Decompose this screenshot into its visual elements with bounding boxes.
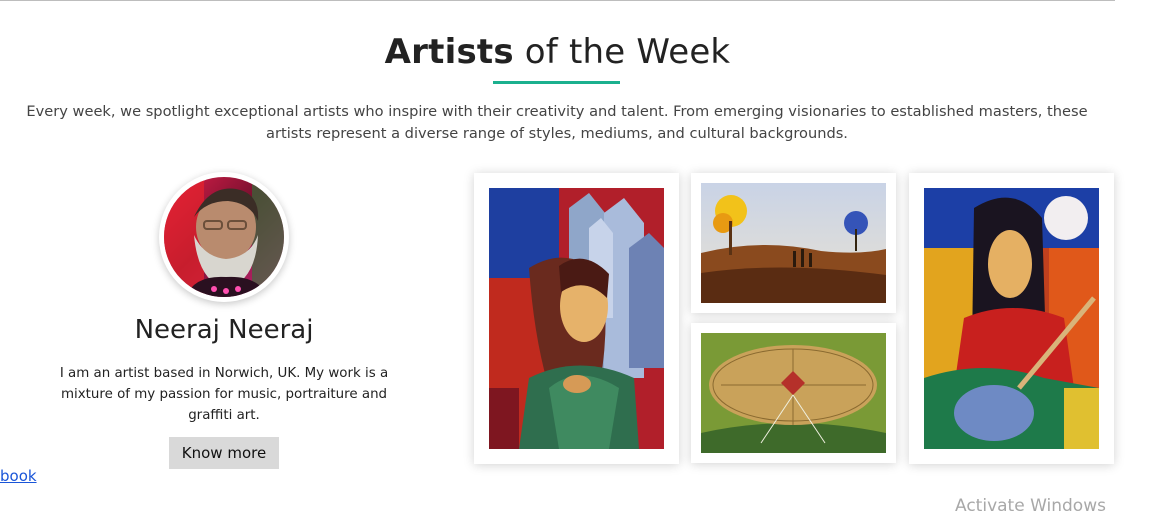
artist-avatar xyxy=(164,177,284,297)
artwork-woman-crystals-image xyxy=(489,188,664,449)
top-divider xyxy=(0,0,1115,1)
artwork-card-2[interactable] xyxy=(691,173,896,313)
artwork-card-3[interactable] xyxy=(691,323,896,463)
artwork-card-4[interactable] xyxy=(909,173,1114,464)
section-title-strong: Artists xyxy=(384,32,514,72)
section-title-rest: of the Week xyxy=(513,32,731,72)
facebook-link[interactable]: book xyxy=(0,467,37,485)
windows-activation-watermark: Activate Windows xyxy=(955,496,1106,512)
artwork-leaf-kite-image xyxy=(701,333,886,453)
artist-avatar-frame xyxy=(159,172,289,302)
artwork-card-1[interactable] xyxy=(474,173,679,464)
section-intro: Every week, we spotlight exceptional art… xyxy=(26,103,1088,142)
artist-name: Neeraj Neeraj xyxy=(134,315,314,345)
artist-bio: I am an artist based in Norwich, UK. My … xyxy=(59,366,389,423)
know-more-button[interactable]: Know more xyxy=(169,437,279,469)
artwork-autumn-landscape-image xyxy=(701,183,886,303)
section-title: Artists of the Week xyxy=(0,32,1115,72)
artists-of-the-week-section: Artists of the Week Every week, we spotl… xyxy=(0,0,1161,512)
title-underline xyxy=(493,81,620,84)
artwork-woman-sitar-image xyxy=(924,188,1099,449)
